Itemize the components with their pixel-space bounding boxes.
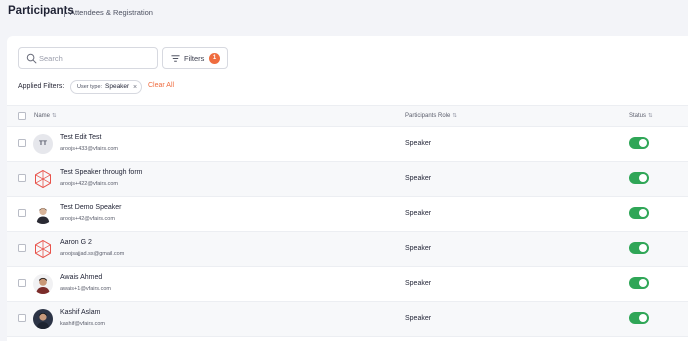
avatar-photo — [33, 274, 53, 294]
participant-email: awais+1@vfairs.com — [60, 286, 111, 292]
search-box[interactable] — [18, 47, 158, 69]
participant-name: Test Speaker through form — [60, 169, 143, 176]
table-row[interactable]: TT Test Edit Test aroojs+433@vfairs.com … — [7, 127, 688, 162]
table-header: Name ⇅ Participants Role ⇅ Status ⇅ — [7, 105, 688, 127]
participant-email: aroojs+433@vfairs.com — [60, 146, 119, 152]
filters-label: Filters — [184, 54, 205, 63]
filters-button[interactable]: Filters 1 — [162, 47, 228, 69]
column-header-role[interactable]: Participants Role ⇅ — [405, 113, 457, 119]
table-row[interactable]: Test Demo Speaker aroojs+42@vfairs.com S… — [7, 197, 688, 232]
table-row[interactable]: Kashif Aslam kashif@vfairs.com Speaker — [7, 302, 688, 337]
row-checkbox[interactable] — [18, 314, 26, 322]
logo-icon — [35, 169, 51, 189]
participant-role: Speaker — [405, 280, 432, 287]
row-checkbox[interactable] — [18, 244, 26, 252]
participant-role: Speaker — [405, 245, 432, 252]
filter-icon — [171, 55, 180, 62]
sort-icon: ⇅ — [52, 113, 57, 119]
clear-all-link[interactable]: Clear All — [148, 82, 174, 89]
participant-name: Test Edit Test — [60, 134, 102, 141]
title-divider — [64, 6, 65, 17]
table-row[interactable]: Aaron G 2 aroojsajjad.ss@gmail.com Speak… — [7, 232, 688, 267]
table-row[interactable]: Awais Ahmed awais+1@vfairs.com Speaker — [7, 267, 688, 302]
participant-role: Speaker — [405, 315, 432, 322]
participant-role: Speaker — [405, 140, 432, 147]
page-subtitle: Attendees & Registration — [70, 8, 153, 17]
select-all-checkbox[interactable] — [18, 112, 26, 120]
sort-icon: ⇅ — [452, 113, 457, 119]
avatar-photo — [33, 204, 53, 224]
column-header-status-label: Status — [629, 113, 647, 119]
toggle-knob — [639, 314, 647, 322]
filters-count-badge: 1 — [209, 53, 220, 64]
toggle-knob — [639, 209, 647, 217]
filter-chip-key: User type: — [77, 84, 103, 90]
applied-filters-label: Applied Filters: — [18, 83, 65, 90]
search-input[interactable] — [39, 51, 151, 65]
avatar-initials: TT — [33, 134, 53, 154]
row-checkbox[interactable] — [18, 209, 26, 217]
participant-name: Test Demo Speaker — [60, 204, 122, 211]
filter-chip-value: Speaker — [105, 83, 130, 90]
row-checkbox[interactable] — [18, 174, 26, 182]
toggle-knob — [639, 279, 647, 287]
toggle-knob — [639, 244, 647, 252]
row-checkbox[interactable] — [18, 279, 26, 287]
toggle-knob — [639, 174, 647, 182]
participant-email: aroojs+422@vfairs.com — [60, 181, 119, 187]
participant-role: Speaker — [405, 175, 432, 182]
column-header-name-label: Name — [34, 113, 51, 119]
participant-email: aroojsajjad.ss@gmail.com — [60, 251, 125, 257]
status-toggle[interactable] — [629, 207, 649, 219]
toggle-knob — [639, 139, 647, 147]
status-toggle[interactable] — [629, 312, 649, 324]
chip-remove-icon[interactable]: × — [133, 83, 137, 92]
filter-chip-user-type: User type: Speaker × — [70, 80, 142, 94]
table-row[interactable]: Test Speaker through form aroojs+422@vfa… — [7, 162, 688, 197]
participant-name: Awais Ahmed — [60, 274, 103, 281]
status-toggle[interactable] — [629, 137, 649, 149]
status-toggle[interactable] — [629, 277, 649, 289]
column-header-name[interactable]: Name ⇅ — [34, 113, 57, 119]
search-icon — [26, 53, 37, 64]
sort-icon: ⇅ — [648, 113, 653, 119]
participant-name: Aaron G 2 — [60, 239, 92, 246]
column-header-status[interactable]: Status ⇅ — [629, 113, 653, 119]
participant-email: kashif@vfairs.com — [60, 321, 106, 327]
row-checkbox[interactable] — [18, 139, 26, 147]
participant-email: aroojs+42@vfairs.com — [60, 216, 115, 222]
page-header: Participants Attendees & Registration — [0, 0, 688, 36]
participant-role: Speaker — [405, 210, 432, 217]
logo-icon — [35, 239, 51, 259]
column-header-role-label: Participants Role — [405, 113, 451, 119]
status-toggle[interactable] — [629, 172, 649, 184]
avatar-photo — [33, 309, 53, 329]
participant-name: Kashif Aslam — [60, 309, 101, 316]
status-toggle[interactable] — [629, 242, 649, 254]
